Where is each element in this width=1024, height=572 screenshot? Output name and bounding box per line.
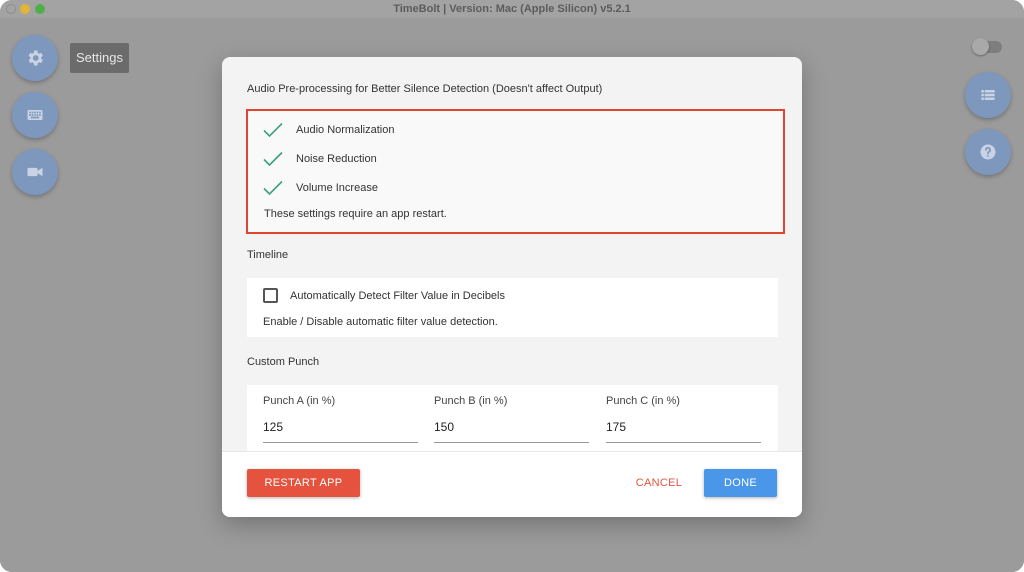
keyboard-shortcuts-button[interactable]	[12, 92, 58, 138]
dialog-footer: RESTART APP CANCEL DONE	[222, 451, 802, 517]
app-background: Settings Audio Pre-processing for Better…	[0, 18, 1024, 572]
auto-detect-filter-note: Enable / Disable automatic filter value …	[263, 316, 498, 328]
maximize-window-button[interactable]	[35, 4, 45, 14]
input-underline	[434, 442, 589, 443]
audio-options-card: Audio Normalization Noise Reduction Volu…	[246, 109, 785, 234]
checkmark-icon	[263, 151, 283, 167]
noise-reduction-option[interactable]: Noise Reduction	[263, 149, 377, 169]
restart-note: These settings require an app restart.	[264, 208, 447, 220]
title-bar: TimeBolt | Version: Mac (Apple Silicon) …	[0, 0, 1024, 18]
auto-detect-filter-checkbox[interactable]	[263, 288, 278, 303]
list-view-button[interactable]	[965, 72, 1011, 118]
checkmark-icon	[263, 180, 283, 196]
punch-section-title: Custom Punch	[247, 356, 320, 368]
punch-c-label: Punch C (in %)	[606, 395, 680, 407]
punch-a-input[interactable]: 125	[263, 420, 283, 434]
punch-card: Punch A (in %) 125 Punch B (in %) 150 Pu…	[247, 385, 778, 451]
window-title: TimeBolt | Version: Mac (Apple Silicon) …	[393, 3, 631, 15]
minimize-window-button[interactable]	[20, 4, 30, 14]
restart-app-button[interactable]: RESTART APP	[247, 469, 360, 497]
gear-icon	[28, 50, 43, 66]
auto-detect-filter-label: Automatically Detect Filter Value in Dec…	[290, 290, 505, 302]
punch-c-input[interactable]: 175	[606, 420, 626, 434]
option-label: Volume Increase	[296, 182, 378, 194]
input-underline	[606, 442, 761, 443]
theme-toggle-knob[interactable]	[972, 38, 989, 55]
punch-a-label: Punch A (in %)	[263, 395, 336, 407]
close-window-button[interactable]	[6, 4, 16, 14]
audio-section-title: Audio Pre-processing for Better Silence …	[247, 83, 603, 95]
input-underline	[263, 442, 418, 443]
audio-normalization-option[interactable]: Audio Normalization	[263, 120, 394, 140]
help-icon	[980, 144, 996, 160]
video-button[interactable]	[12, 149, 58, 195]
checkmark-icon	[263, 122, 283, 138]
option-label: Audio Normalization	[296, 124, 395, 136]
help-button[interactable]	[965, 129, 1011, 175]
keyboard-icon	[27, 110, 43, 120]
app-window: TimeBolt | Version: Mac (Apple Silicon) …	[0, 0, 1024, 572]
cancel-button[interactable]: CANCEL	[630, 469, 688, 497]
settings-scroll-area[interactable]: Audio Pre-processing for Better Silence …	[222, 57, 802, 451]
timeline-section-title: Timeline	[247, 249, 289, 261]
done-button[interactable]: DONE	[704, 469, 777, 497]
settings-dialog: Audio Pre-processing for Better Silence …	[222, 57, 802, 517]
settings-tooltip: Settings	[70, 43, 129, 73]
timeline-card: Automatically Detect Filter Value in Dec…	[247, 278, 778, 337]
volume-increase-option[interactable]: Volume Increase	[263, 178, 378, 198]
video-camera-icon	[27, 167, 43, 177]
punch-b-label: Punch B (in %)	[434, 395, 508, 407]
punch-b-input[interactable]: 150	[434, 420, 454, 434]
option-label: Noise Reduction	[296, 153, 377, 165]
list-icon	[981, 90, 995, 100]
settings-button[interactable]	[12, 35, 58, 81]
